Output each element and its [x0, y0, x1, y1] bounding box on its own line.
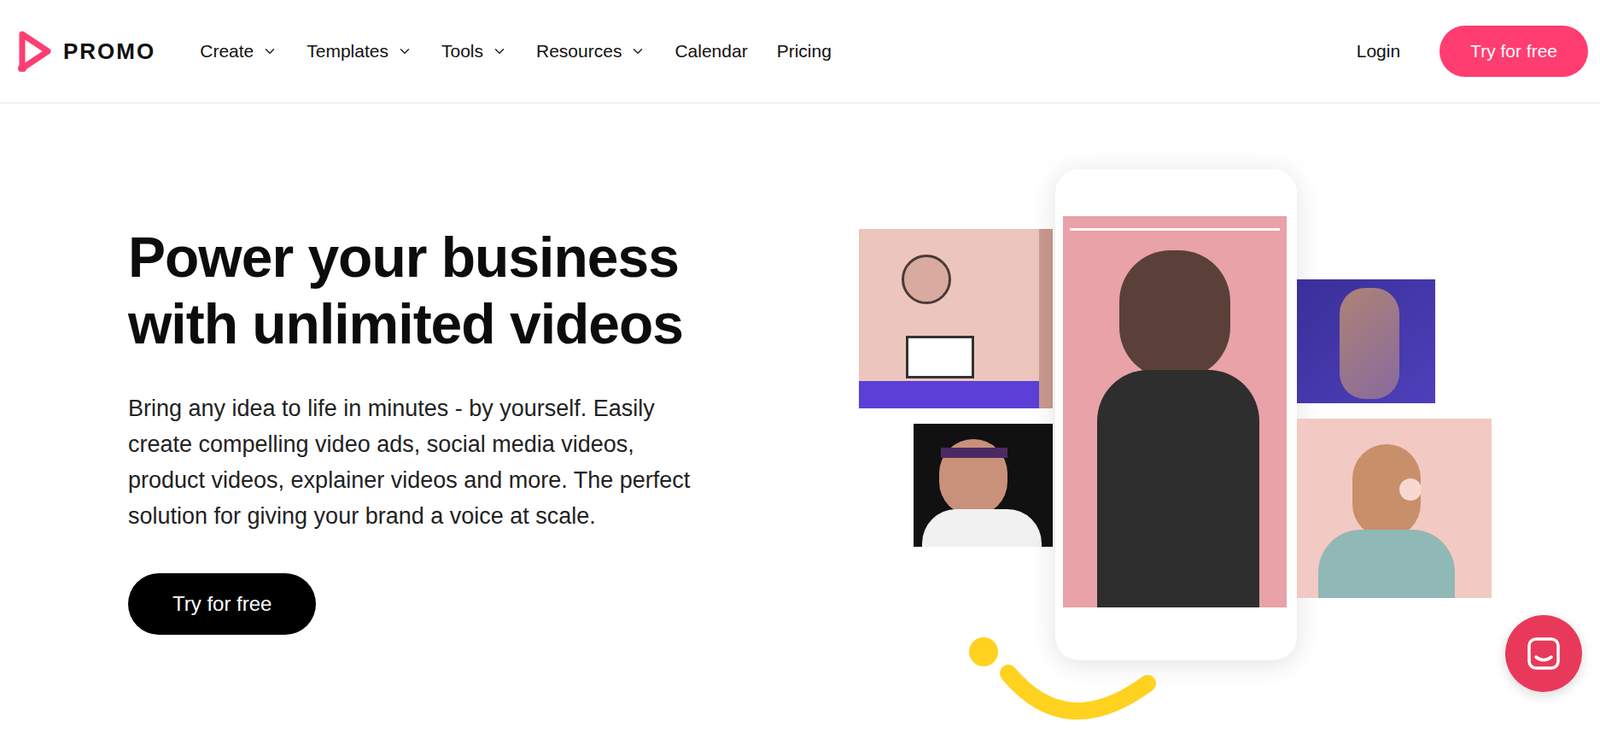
chevron-down-icon — [397, 43, 413, 59]
nav-item[interactable]: Pricing — [776, 37, 832, 65]
logo[interactable]: PROMO — [17, 30, 156, 72]
promo-logo-icon — [17, 30, 52, 72]
hero-section: Power your businesswith unlimited videos… — [0, 103, 1600, 724]
nav-item[interactable]: Tools — [441, 37, 508, 65]
main-nav: Create Templates Tools Resources Calendar Pri… — [199, 37, 832, 65]
video-preview[interactable] — [1062, 216, 1287, 608]
video-collage — [858, 168, 1508, 724]
chevron-down-icon — [630, 43, 646, 59]
bathroom-photo — [858, 228, 1053, 409]
login-link[interactable]: Login — [1356, 37, 1401, 65]
tennis-player-photo — [913, 423, 1053, 547]
promo-landing-page: PROMO Create Templates Tools Resources Calend… — [0, 0, 1600, 733]
nav-item[interactable]: Create — [199, 37, 278, 65]
nav-item[interactable]: Calendar — [674, 37, 748, 65]
phone-frame — [1055, 169, 1297, 660]
singer-photo — [1296, 279, 1436, 403]
decorative-arc-icon — [963, 631, 1195, 726]
man-ice-cream-photo — [1296, 418, 1492, 598]
chat-button[interactable] — [1505, 614, 1583, 692]
hero-title: Power your businesswith unlimited videos — [128, 223, 731, 357]
hero-description: Bring any idea to life in minutes - by y… — [128, 390, 709, 534]
nav-item[interactable]: Resources — [536, 37, 646, 65]
logo-text: PROMO — [63, 35, 156, 69]
nav-item[interactable]: Templates — [306, 37, 413, 65]
chevron-down-icon — [262, 43, 278, 59]
top-navigation: PROMO Create Templates Tools Resources Calend… — [0, 0, 1600, 104]
hero-try-for-free-button[interactable]: Try for free — [128, 572, 316, 635]
chat-icon — [1526, 636, 1561, 671]
hero-text: Power your businesswith unlimited videos… — [0, 103, 859, 724]
chevron-down-icon — [491, 43, 508, 59]
try-for-free-button[interactable]: Try for free — [1439, 25, 1589, 77]
